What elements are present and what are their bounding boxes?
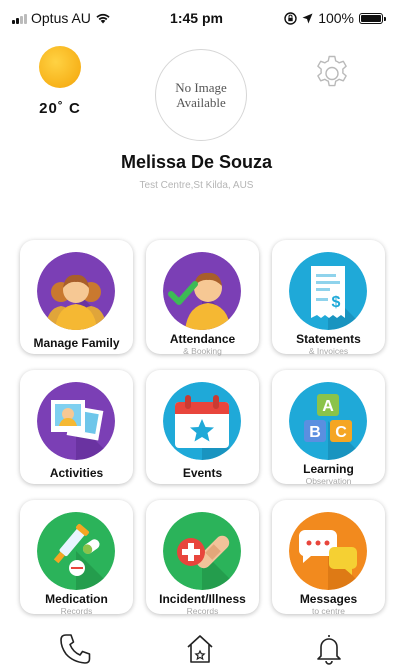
tile-subtitle: & Booking <box>183 346 222 356</box>
avatar-placeholder-line2: Available <box>176 95 226 110</box>
tile-subtitle: & Invoices <box>308 346 349 356</box>
tile-subtitle: Records <box>60 606 93 616</box>
user-name: Melissa De Souza <box>120 152 273 172</box>
family-icon <box>37 252 115 330</box>
tile-title: Events <box>182 466 223 480</box>
tile-subtitle: Records <box>186 606 219 616</box>
statements-icon: $ <box>289 252 367 330</box>
battery-percent: 100% <box>318 10 354 26</box>
messages-icon <box>289 512 367 590</box>
tile-title: Learning <box>303 462 354 476</box>
svg-text:$: $ <box>332 294 341 311</box>
tile-statements[interactable]: $ Statements & Invoices <box>272 240 385 356</box>
tile-manage-family[interactable]: Manage Family <box>20 240 133 354</box>
svg-text:C: C <box>335 424 347 441</box>
tile-medication[interactable]: Medication Records <box>20 500 133 616</box>
temperature: 20˚ C <box>39 100 81 117</box>
attendance-icon <box>163 252 241 330</box>
tile-title: Messages <box>299 592 358 606</box>
tile-messages[interactable]: Messages to centre <box>272 500 385 616</box>
status-bar: Optus AU 1:45 pm 100% <box>0 0 393 36</box>
medication-icon <box>37 512 115 590</box>
tile-title: Incident/Illness <box>159 592 246 606</box>
svg-text:A: A <box>322 398 334 415</box>
weather-widget: 20˚ C <box>30 46 90 117</box>
activities-icon <box>37 382 115 460</box>
bell-icon[interactable] <box>311 632 347 666</box>
phone-icon[interactable] <box>58 632 94 666</box>
tile-activities[interactable]: Activities <box>20 370 133 484</box>
avatar-placeholder-line1: No Image <box>175 80 227 95</box>
incident-icon <box>163 512 241 590</box>
tile-subtitle: Observation <box>305 476 352 486</box>
tile-incident-illness[interactable]: Incident/Illness Records <box>146 500 259 616</box>
tile-learning[interactable]: A B C Learning Observation <box>272 370 385 486</box>
status-right: 100% <box>284 10 386 26</box>
tile-events[interactable]: Events <box>146 370 259 484</box>
home-icon[interactable] <box>182 632 218 666</box>
avatar[interactable]: No Image Available <box>155 49 247 141</box>
tile-title: Activities <box>49 466 104 480</box>
user-location: Test Centre,St Kilda, AUS <box>139 180 254 191</box>
gear-icon[interactable] <box>312 52 352 92</box>
location-arrow-icon <box>302 13 313 23</box>
tile-title: Manage Family <box>33 336 120 350</box>
tile-title: Attendance <box>169 332 236 346</box>
events-icon <box>163 382 241 460</box>
battery-icon <box>359 12 386 24</box>
tile-title: Statements <box>296 332 361 346</box>
tile-subtitle: to centre <box>311 606 346 616</box>
bottom-nav <box>0 630 393 669</box>
sun-icon <box>39 46 81 88</box>
orientation-lock-icon <box>284 11 297 25</box>
tile-title: Medication <box>45 592 108 606</box>
svg-text:B: B <box>309 424 321 441</box>
learning-icon: A B C <box>289 382 367 460</box>
tile-attendance[interactable]: Attendance & Booking <box>146 240 259 356</box>
